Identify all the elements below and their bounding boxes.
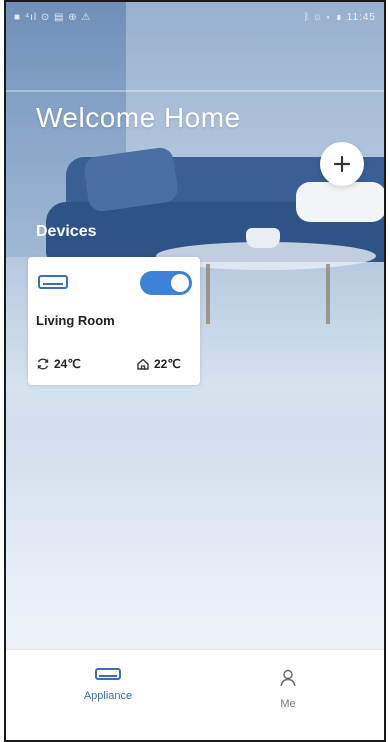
tab-appliance[interactable]: Appliance <box>48 668 168 702</box>
bottom-tab-bar: Appliance Me <box>6 649 384 740</box>
status-bar: ■ ⁴ıl ⊙ ▤ ⊕ ⚠ ᛒ ⊙ ▾ ▮ 11:45 <box>14 8 376 26</box>
room-temperature: 22℃ <box>136 357 181 371</box>
status-bar-right: ᛒ ⊙ ▾ ▮ 11:45 <box>303 11 376 23</box>
page-title: Welcome Home <box>36 102 241 133</box>
status-bar-left: ■ ⁴ıl ⊙ ▤ ⊕ ⚠ <box>14 11 92 23</box>
set-temperature-value: 24℃ <box>54 357 81 371</box>
pillow-decoration <box>296 182 384 222</box>
device-card[interactable]: Living Room 24℃ 22℃ <box>28 257 200 385</box>
power-toggle[interactable] <box>140 271 192 295</box>
toggle-knob <box>171 274 189 292</box>
tab-me[interactable]: Me <box>228 668 348 710</box>
air-conditioner-icon <box>95 668 121 680</box>
tab-appliance-label: Appliance <box>83 690 133 702</box>
plus-icon <box>333 155 351 173</box>
tab-me-label: Me <box>280 698 296 710</box>
air-conditioner-icon <box>38 275 68 289</box>
add-device-button[interactable] <box>320 142 364 186</box>
table-leg <box>206 264 210 324</box>
set-temperature: 24℃ <box>36 357 81 371</box>
devices-heading: Devices <box>36 223 97 240</box>
room-temperature-value: 22℃ <box>154 357 181 371</box>
table-leg <box>326 264 330 324</box>
home-icon <box>137 358 149 370</box>
wall-line <box>6 90 384 92</box>
person-icon <box>280 669 296 687</box>
app-screen: ■ ⁴ıl ⊙ ▤ ⊕ ⚠ ᛒ ⊙ ▾ ▮ 11:45 Welcome Home… <box>4 0 386 742</box>
device-name: Living Room <box>36 313 115 328</box>
refresh-icon <box>37 358 49 370</box>
vase-decoration <box>246 228 280 248</box>
